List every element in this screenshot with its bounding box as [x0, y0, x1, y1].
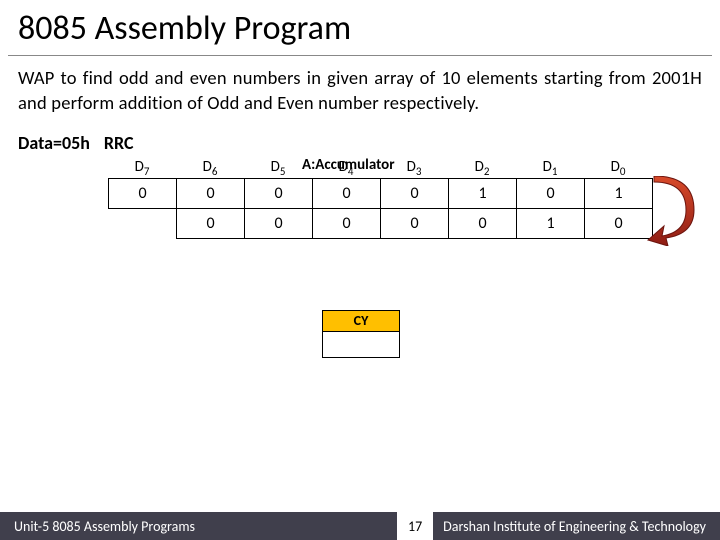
instruction-mnemonic: RRC	[104, 132, 134, 154]
table-row: 0 0 0 0 0 1 0 1	[109, 178, 653, 208]
bit-cell: 0	[245, 178, 313, 208]
bit-label: D4	[312, 158, 380, 178]
bit-label: D0	[584, 158, 652, 178]
page-number: 17	[397, 512, 433, 540]
data-instruction-line: Data=05h RRC	[0, 126, 720, 154]
bit-cell: 0	[245, 208, 313, 238]
bit-cell: 0	[177, 208, 245, 238]
slide-title: 8085 Assembly Program	[0, 0, 720, 55]
bit-cell: 0	[585, 208, 653, 238]
data-value: Data=05h	[18, 132, 90, 154]
carry-value	[322, 332, 400, 358]
footer-institute: Darshan Institute of Engineering & Techn…	[443, 518, 720, 535]
bit-label: D7	[108, 158, 176, 178]
table-row: 0 0 0 0 0 1 0	[109, 208, 653, 238]
problem-statement: WAP to find odd and even numbers in give…	[0, 66, 720, 126]
bit-label: D5	[244, 158, 312, 178]
register-diagram: A:Accumulator D7 D6 D5 D4 D3 D2 D1 D0 0 …	[18, 154, 702, 314]
bit-position-labels: D7 D6 D5 D4 D3 D2 D1 D0	[108, 158, 652, 178]
footer-unit: Unit-5 8085 Assembly Programs	[0, 518, 195, 535]
bit-cell: 0	[381, 178, 449, 208]
bit-cell: 0	[109, 178, 177, 208]
bit-label: D3	[380, 158, 448, 178]
rotate-arrow-icon	[646, 176, 710, 246]
title-divider	[8, 55, 712, 56]
bit-cell: 1	[517, 208, 585, 238]
bit-cell: 0	[313, 178, 381, 208]
bit-label: D1	[516, 158, 584, 178]
slide-footer: Unit-5 8085 Assembly Programs 17 Darshan…	[0, 512, 720, 540]
carry-label: CY	[322, 310, 400, 332]
bit-label: D6	[176, 158, 244, 178]
bit-cell: 0	[313, 208, 381, 238]
bits-table: 0 0 0 0 0 1 0 1 0 0 0 0 0 1 0	[108, 178, 653, 239]
bit-cell-empty	[109, 208, 177, 238]
bit-cell: 0	[381, 208, 449, 238]
bit-cell: 0	[449, 208, 517, 238]
bit-cell: 1	[585, 178, 653, 208]
carry-flag-box: CY	[322, 310, 400, 358]
bit-label: D2	[448, 158, 516, 178]
bit-cell: 0	[177, 178, 245, 208]
bit-cell: 1	[449, 178, 517, 208]
bit-cell: 0	[517, 178, 585, 208]
